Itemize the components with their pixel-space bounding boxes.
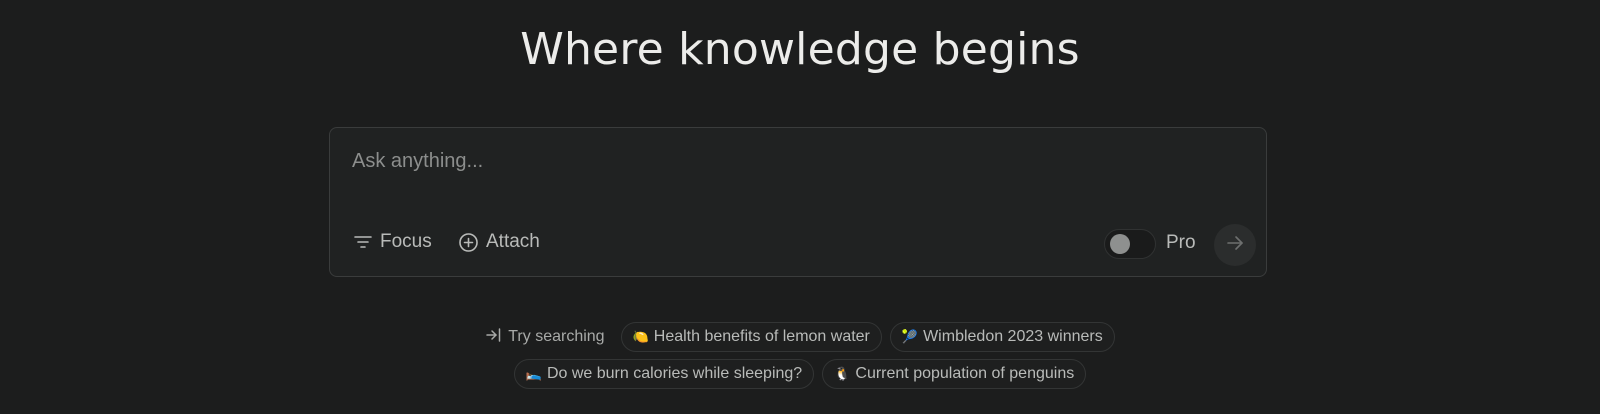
search-box: Focus Attach Pro — [329, 127, 1267, 277]
page-title: Where knowledge begins — [520, 24, 1080, 75]
toggle-knob — [1110, 234, 1130, 254]
pro-toggle[interactable] — [1104, 229, 1156, 259]
suggestion-label: Current population of penguins — [855, 365, 1075, 382]
pro-label: Pro — [1166, 232, 1196, 253]
tennis-ball-icon: 🎾 — [901, 329, 919, 345]
try-searching-text: Try searching — [508, 328, 605, 345]
bed-icon: 🛌 — [525, 366, 542, 382]
focus-button[interactable]: Focus — [353, 228, 432, 256]
suggestions-row: Try searching 🍋 Health benefits of lemon… — [0, 322, 1600, 352]
lemon-icon: 🍋 — [632, 329, 649, 345]
suggestion-label: Do we burn calories while sleeping? — [546, 365, 803, 382]
penguin-icon: 🐧 — [834, 366, 851, 382]
submit-button[interactable] — [1214, 224, 1256, 266]
filter-icon — [353, 232, 373, 252]
search-input[interactable] — [352, 146, 1232, 176]
suggestion-label: Health benefits of lemon water — [653, 328, 870, 345]
suggestion-chip-penguins[interactable]: 🐧 Current population of penguins — [822, 359, 1087, 389]
suggestions-row: 🛌 Do we burn calories while sleeping? 🐧 … — [0, 359, 1600, 389]
attach-label: Attach — [486, 231, 540, 252]
attach-button[interactable]: Attach — [458, 228, 540, 256]
suggestion-chip-calories-sleeping[interactable]: 🛌 Do we burn calories while sleeping? — [513, 359, 815, 389]
suggestion-label: Wimbledon 2023 winners — [923, 328, 1103, 345]
try-searching-label: Try searching — [485, 326, 605, 349]
suggestion-chip-wimbledon[interactable]: 🎾 Wimbledon 2023 winners — [889, 322, 1115, 352]
focus-label: Focus — [380, 231, 432, 252]
plus-circle-icon — [458, 232, 479, 253]
arrow-into-icon — [485, 326, 503, 349]
arrow-right-icon — [1225, 233, 1245, 258]
home-page: Where knowledge begins Focus Att — [0, 0, 1600, 414]
suggestion-chip-lemon-water[interactable]: 🍋 Health benefits of lemon water — [620, 322, 882, 352]
